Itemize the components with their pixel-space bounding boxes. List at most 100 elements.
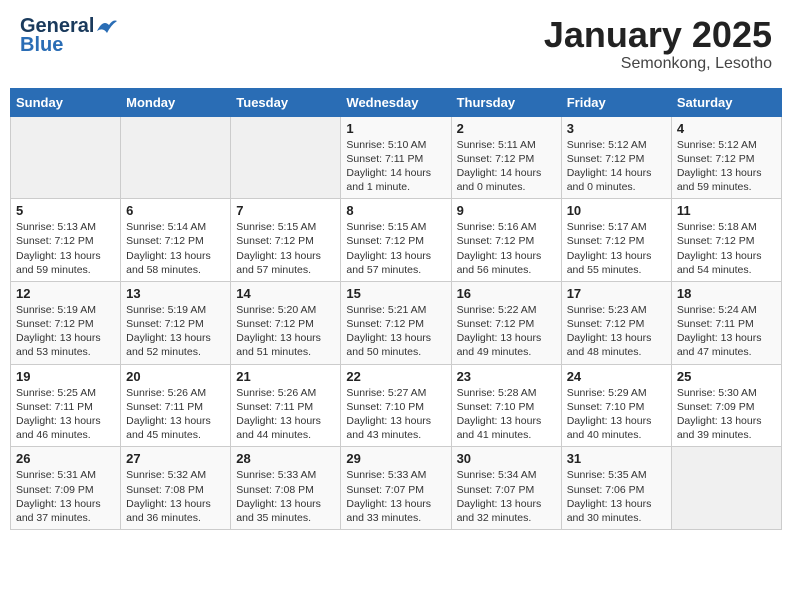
day-number: 7 bbox=[236, 203, 335, 218]
day-number: 1 bbox=[346, 121, 445, 136]
calendar-cell: 31 Sunrise: 5:35 AMSunset: 7:06 PMDayligh… bbox=[561, 447, 671, 530]
weekday-header: Sunday bbox=[11, 88, 121, 116]
day-info: Sunrise: 5:33 AMSunset: 7:08 PMDaylight:… bbox=[236, 468, 335, 525]
day-number: 4 bbox=[677, 121, 776, 136]
day-number: 6 bbox=[126, 203, 225, 218]
day-info: Sunrise: 5:16 AMSunset: 7:12 PMDaylight:… bbox=[457, 220, 556, 277]
day-number: 17 bbox=[567, 286, 666, 301]
day-info: Sunrise: 5:10 AMSunset: 7:11 PMDaylight:… bbox=[346, 138, 445, 195]
day-number: 30 bbox=[457, 451, 556, 466]
calendar-cell bbox=[671, 447, 781, 530]
calendar-cell: 17 Sunrise: 5:23 AMSunset: 7:12 PMDayligh… bbox=[561, 281, 671, 364]
day-number: 15 bbox=[346, 286, 445, 301]
day-number: 12 bbox=[16, 286, 115, 301]
day-info: Sunrise: 5:19 AMSunset: 7:12 PMDaylight:… bbox=[126, 303, 225, 360]
weekday-header: Monday bbox=[121, 88, 231, 116]
calendar-cell: 5Sunrise: 5:13 AMSunset: 7:12 PMDaylight… bbox=[11, 199, 121, 282]
calendar-cell: 4Sunrise: 5:12 AMSunset: 7:12 PMDaylight… bbox=[671, 116, 781, 199]
calendar-cell bbox=[231, 116, 341, 199]
day-number: 24 bbox=[567, 369, 666, 384]
day-info: Sunrise: 5:32 AMSunset: 7:08 PMDaylight:… bbox=[126, 468, 225, 525]
calendar-week-row: 12 Sunrise: 5:19 AMSunset: 7:12 PMDayligh… bbox=[11, 281, 782, 364]
calendar-cell: 15 Sunrise: 5:21 AMSunset: 7:12 PMDayligh… bbox=[341, 281, 451, 364]
day-info: Sunrise: 5:13 AMSunset: 7:12 PMDaylight:… bbox=[16, 220, 115, 277]
day-number: 16 bbox=[457, 286, 556, 301]
calendar-cell: 24 Sunrise: 5:29 AMSunset: 7:10 PMDayligh… bbox=[561, 364, 671, 447]
day-number: 3 bbox=[567, 121, 666, 136]
day-info: Sunrise: 5:29 AMSunset: 7:10 PMDaylight:… bbox=[567, 386, 666, 443]
calendar-week-row: 19Sunrise: 5:25 AMSunset: 7:11 PMDayligh… bbox=[11, 364, 782, 447]
day-number: 22 bbox=[346, 369, 445, 384]
day-info: Sunrise: 5:31 AMSunset: 7:09 PMDaylight:… bbox=[16, 468, 115, 525]
day-number: 9 bbox=[457, 203, 556, 218]
calendar-cell: 13 Sunrise: 5:19 AMSunset: 7:12 PMDayligh… bbox=[121, 281, 231, 364]
day-info: Sunrise: 5:35 AMSunset: 7:06 PMDaylight:… bbox=[567, 468, 666, 525]
weekday-header: Friday bbox=[561, 88, 671, 116]
day-number: 21 bbox=[236, 369, 335, 384]
calendar-cell: 19Sunrise: 5:25 AMSunset: 7:11 PMDayligh… bbox=[11, 364, 121, 447]
day-number: 31 bbox=[567, 451, 666, 466]
calendar-week-row: 26 Sunrise: 5:31 AMSunset: 7:09 PMDayligh… bbox=[11, 447, 782, 530]
logo-bird-icon bbox=[95, 17, 117, 35]
day-number: 28 bbox=[236, 451, 335, 466]
calendar-cell: 10Sunrise: 5:17 AMSunset: 7:12 PMDayligh… bbox=[561, 199, 671, 282]
calendar-cell: 12Sunrise: 5:19 AMSunset: 7:12 PMDayligh… bbox=[11, 281, 121, 364]
day-number: 8 bbox=[346, 203, 445, 218]
day-number: 29 bbox=[346, 451, 445, 466]
day-number: 25 bbox=[677, 369, 776, 384]
calendar-cell: 11 Sunrise: 5:18 AMSunset: 7:12 PMDayligh… bbox=[671, 199, 781, 282]
logo-blue-text: Blue bbox=[20, 34, 63, 57]
calendar-cell: 26 Sunrise: 5:31 AMSunset: 7:09 PMDayligh… bbox=[11, 447, 121, 530]
day-info: Sunrise: 5:15 AMSunset: 7:12 PMDaylight:… bbox=[346, 220, 445, 277]
day-info: Sunrise: 5:20 AMSunset: 7:12 PMDaylight:… bbox=[236, 303, 335, 360]
day-number: 13 bbox=[126, 286, 225, 301]
calendar-header-row: SundayMondayTuesdayWednesdayThursdayFrid… bbox=[11, 88, 782, 116]
day-info: Sunrise: 5:34 AMSunset: 7:07 PMDaylight:… bbox=[457, 468, 556, 525]
weekday-header: Thursday bbox=[451, 88, 561, 116]
day-info: Sunrise: 5:28 AMSunset: 7:10 PMDaylight:… bbox=[457, 386, 556, 443]
day-number: 11 bbox=[677, 203, 776, 218]
calendar-cell: 18 Sunrise: 5:24 AMSunset: 7:11 PMDayligh… bbox=[671, 281, 781, 364]
calendar-cell: 22 Sunrise: 5:27 AMSunset: 7:10 PMDayligh… bbox=[341, 364, 451, 447]
weekday-header: Wednesday bbox=[341, 88, 451, 116]
day-number: 26 bbox=[16, 451, 115, 466]
day-info: Sunrise: 5:21 AMSunset: 7:12 PMDaylight:… bbox=[346, 303, 445, 360]
day-info: Sunrise: 5:23 AMSunset: 7:12 PMDaylight:… bbox=[567, 303, 666, 360]
calendar-cell: 20Sunrise: 5:26 AMSunset: 7:11 PMDayligh… bbox=[121, 364, 231, 447]
calendar-cell: 23 Sunrise: 5:28 AMSunset: 7:10 PMDayligh… bbox=[451, 364, 561, 447]
day-number: 2 bbox=[457, 121, 556, 136]
day-info: Sunrise: 5:24 AMSunset: 7:11 PMDaylight:… bbox=[677, 303, 776, 360]
title-area: January 2025 Semonkong, Lesotho bbox=[544, 15, 772, 73]
day-info: Sunrise: 5:14 AMSunset: 7:12 PMDaylight:… bbox=[126, 220, 225, 277]
day-number: 19 bbox=[16, 369, 115, 384]
calendar-cell: 8 Sunrise: 5:15 AMSunset: 7:12 PMDaylight… bbox=[341, 199, 451, 282]
calendar-table: SundayMondayTuesdayWednesdayThursdayFrid… bbox=[10, 88, 782, 530]
day-info: Sunrise: 5:18 AMSunset: 7:12 PMDaylight:… bbox=[677, 220, 776, 277]
day-info: Sunrise: 5:30 AMSunset: 7:09 PMDaylight:… bbox=[677, 386, 776, 443]
calendar-cell: 27 Sunrise: 5:32 AMSunset: 7:08 PMDayligh… bbox=[121, 447, 231, 530]
calendar-cell: 1 Sunrise: 5:10 AMSunset: 7:11 PMDaylight… bbox=[341, 116, 451, 199]
calendar-cell: 30 Sunrise: 5:34 AMSunset: 7:07 PMDayligh… bbox=[451, 447, 561, 530]
day-info: Sunrise: 5:27 AMSunset: 7:10 PMDaylight:… bbox=[346, 386, 445, 443]
calendar-cell: 3 Sunrise: 5:12 AMSunset: 7:12 PMDaylight… bbox=[561, 116, 671, 199]
weekday-header: Tuesday bbox=[231, 88, 341, 116]
day-info: Sunrise: 5:15 AMSunset: 7:12 PMDaylight:… bbox=[236, 220, 335, 277]
calendar-cell bbox=[121, 116, 231, 199]
calendar-cell: 29 Sunrise: 5:33 AMSunset: 7:07 PMDayligh… bbox=[341, 447, 451, 530]
day-number: 14 bbox=[236, 286, 335, 301]
day-info: Sunrise: 5:11 AMSunset: 7:12 PMDaylight:… bbox=[457, 138, 556, 195]
day-info: Sunrise: 5:33 AMSunset: 7:07 PMDaylight:… bbox=[346, 468, 445, 525]
day-number: 18 bbox=[677, 286, 776, 301]
day-info: Sunrise: 5:12 AMSunset: 7:12 PMDaylight:… bbox=[567, 138, 666, 195]
calendar-cell: 7 Sunrise: 5:15 AMSunset: 7:12 PMDaylight… bbox=[231, 199, 341, 282]
month-title: January 2025 bbox=[544, 15, 772, 55]
calendar-cell: 6 Sunrise: 5:14 AMSunset: 7:12 PMDaylight… bbox=[121, 199, 231, 282]
day-info: Sunrise: 5:26 AMSunset: 7:11 PMDaylight:… bbox=[236, 386, 335, 443]
calendar-week-row: 1 Sunrise: 5:10 AMSunset: 7:11 PMDaylight… bbox=[11, 116, 782, 199]
day-info: Sunrise: 5:22 AMSunset: 7:12 PMDaylight:… bbox=[457, 303, 556, 360]
day-number: 27 bbox=[126, 451, 225, 466]
day-number: 23 bbox=[457, 369, 556, 384]
calendar-week-row: 5Sunrise: 5:13 AMSunset: 7:12 PMDaylight… bbox=[11, 199, 782, 282]
weekday-header: Saturday bbox=[671, 88, 781, 116]
calendar-cell: 28 Sunrise: 5:33 AMSunset: 7:08 PMDayligh… bbox=[231, 447, 341, 530]
